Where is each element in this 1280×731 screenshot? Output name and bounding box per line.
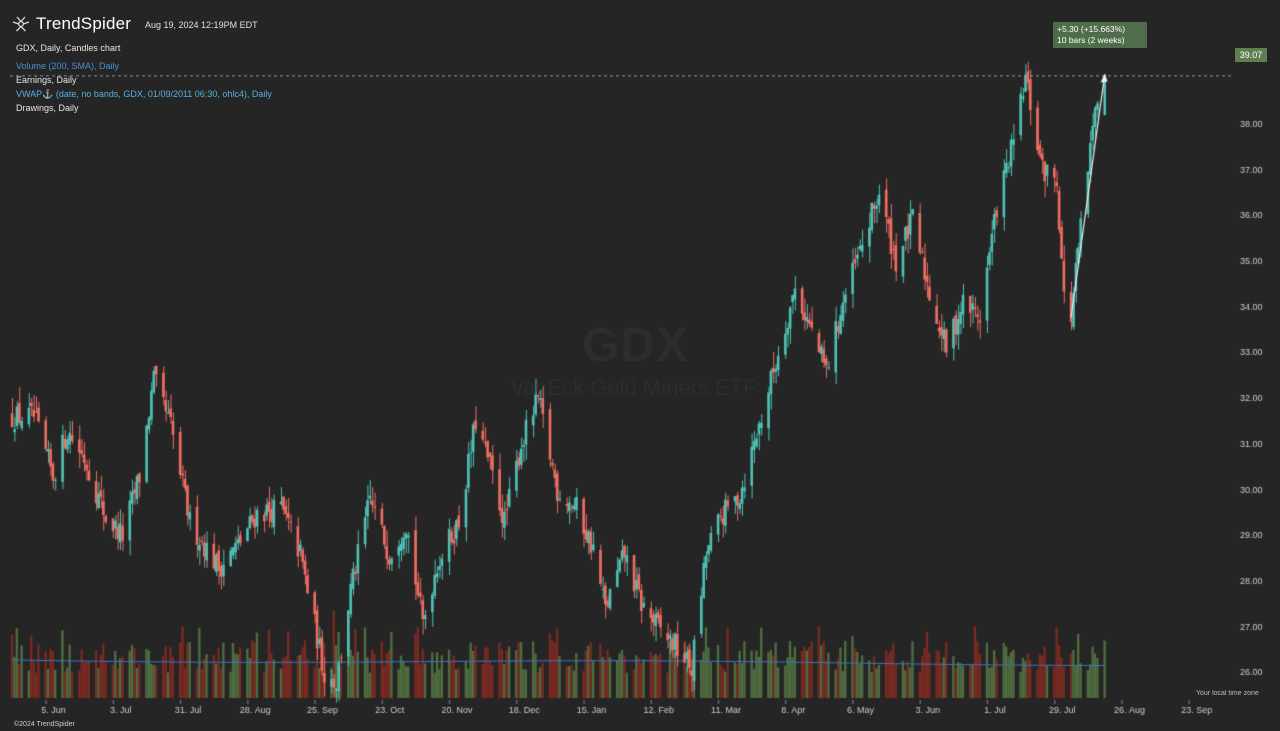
measure-tooltip: +5.30 (+15.663%) 10 bars (2 weeks) [1053,22,1147,48]
measure-bars: 10 bars (2 weeks) [1057,35,1125,45]
indicator-volume[interactable]: Volume (200, SMA), Daily [16,61,119,71]
timezone-label[interactable]: Your local time zone [1196,690,1259,697]
last-price-tag: 39.07 [1235,48,1267,62]
brand-name: TrendSpider [36,14,132,33]
trendspider-logo[interactable]: TrendSpider [12,14,131,34]
chart-timestamp: Aug 19, 2024 12:19PM EDT [145,20,258,30]
indicator-earnings[interactable]: Earnings, Daily [16,75,77,85]
copyright: ©2024 TrendSpider [14,721,75,728]
spider-icon [12,16,30,32]
indicator-candles[interactable]: GDX, Daily, Candles chart [16,43,120,53]
measure-change: +5.30 (+15.663%) [1057,24,1126,34]
indicator-drawings[interactable]: Drawings, Daily [16,103,79,113]
indicator-vwap[interactable]: VWAP⚓ (date, no bands, GDX, 01/09/2011 0… [16,89,272,100]
watermark-symbol: GDX [582,319,690,372]
watermark-name: VanEck Gold Miners ETF [510,375,757,400]
